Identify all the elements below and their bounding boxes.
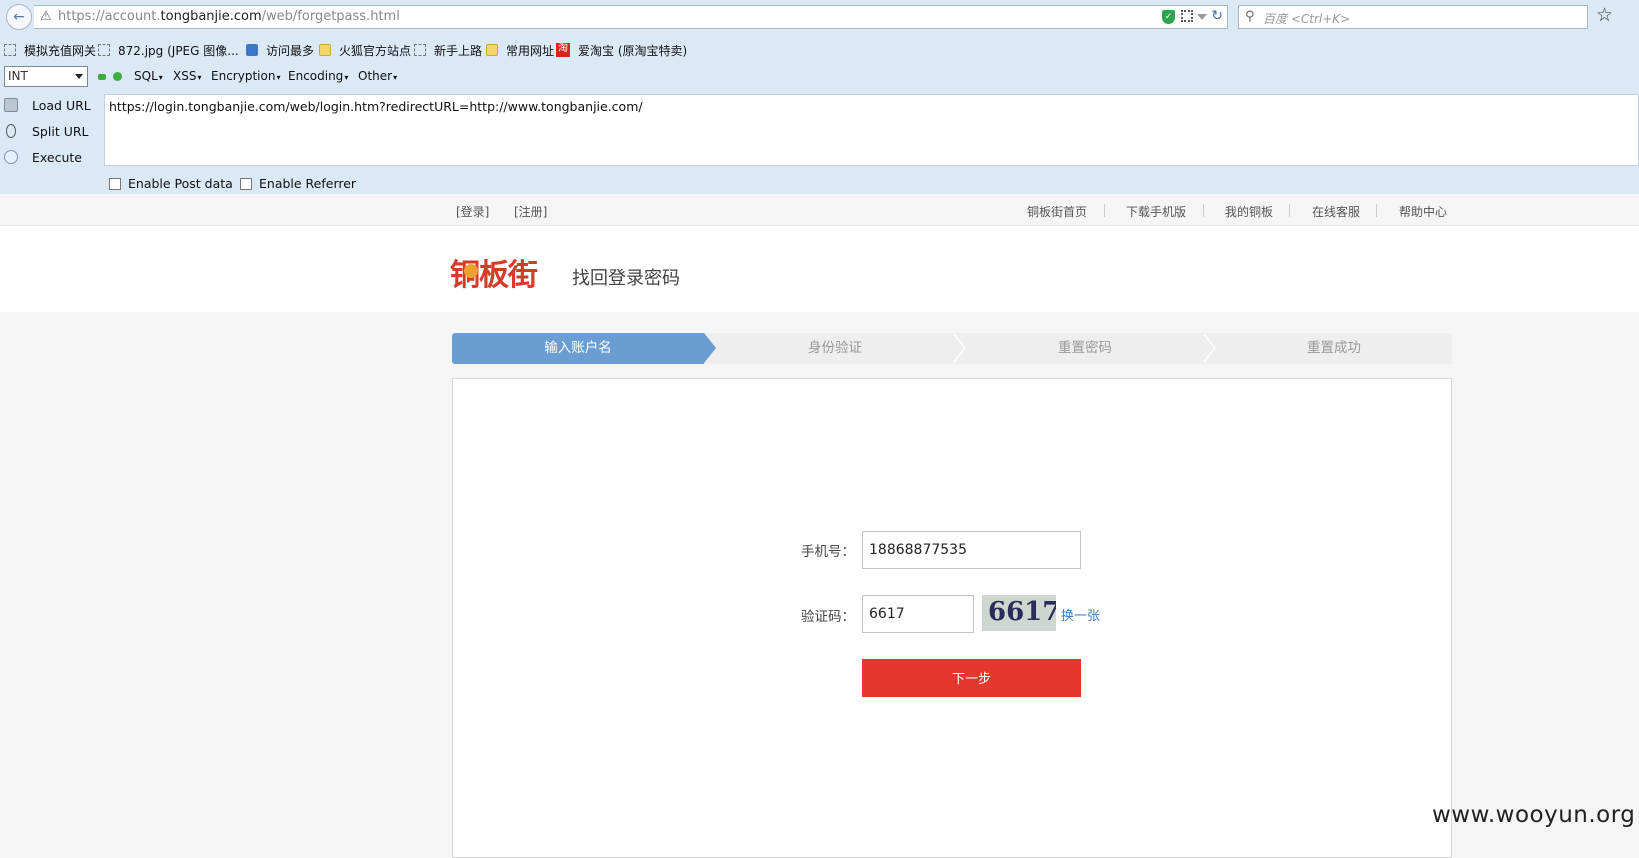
warning-icon: ⚠ — [40, 9, 52, 24]
enable-referrer-checkbox[interactable]: Enable Referrer — [240, 176, 356, 191]
scissors-icon — [6, 124, 16, 138]
menu-encoding[interactable]: Encoding — [288, 69, 348, 83]
page-title: 找回登录密码 — [572, 268, 680, 289]
step-1: 输入账户名 — [452, 333, 704, 364]
step-divider — [952, 333, 964, 363]
bookmark-item[interactable]: 火狐官方站点 — [319, 41, 411, 59]
bookmark-item[interactable]: 新手上路 — [414, 41, 482, 59]
minus-icon[interactable] — [98, 74, 106, 80]
checkbox-icon — [109, 177, 121, 190]
dashed-page-icon — [4, 44, 16, 56]
divider — [1289, 204, 1290, 217]
nav-account-link[interactable]: 我的铜板 — [1225, 203, 1273, 220]
step-2: 身份验证 — [808, 340, 862, 356]
search-icon: ⚲ — [1245, 9, 1255, 24]
bookmark-star-icon[interactable]: ☆ — [1596, 4, 1613, 26]
shield-icon[interactable]: ✓ — [1162, 10, 1175, 24]
load-icon — [4, 98, 18, 112]
load-url-button[interactable]: Load URL — [4, 94, 91, 116]
nav-home-link[interactable]: 铜板街首页 — [1027, 203, 1087, 220]
next-button[interactable]: 下一步 — [862, 659, 1081, 697]
folder-icon — [486, 44, 498, 56]
navigation-bar: ← ⚠ https://account.tongbanjie.com/web/f… — [0, 0, 1639, 34]
address-url: https://account.tongbanjie.com/web/forge… — [58, 9, 400, 24]
menu-encryption[interactable]: Encryption — [211, 69, 280, 83]
enable-post-checkbox[interactable]: Enable Post data — [109, 176, 233, 191]
refresh-captcha-link[interactable]: 换一张 — [1061, 605, 1100, 624]
captcha-label: 验证码： — [801, 609, 855, 625]
logo-coin-icon — [464, 264, 478, 278]
play-icon — [4, 150, 18, 164]
dashed-page-icon — [98, 44, 110, 56]
nav-download-link[interactable]: 下载手机版 — [1126, 203, 1186, 220]
bookmark-item[interactable]: 淘爱淘宝 (原淘宝特卖) — [556, 41, 687, 59]
hackbar-url-input[interactable]: https://login.tongbanjie.com/web/login.h… — [104, 94, 1639, 166]
hackbar-toolbar: INT SQL XSS Encryption Encoding Other — [0, 64, 1639, 90]
captcha-image[interactable]: 6617 — [982, 595, 1056, 631]
search-bar[interactable]: ⚲ 百度 <Ctrl+K> — [1238, 5, 1588, 29]
captcha-input[interactable] — [862, 595, 974, 633]
split-url-button[interactable]: Split URL — [4, 120, 89, 142]
watermark: www.wooyun.org — [1432, 802, 1636, 828]
taobao-icon: 淘 — [556, 43, 570, 57]
site-top-nav: [登录] [注册] 铜板街首页 下载手机版 我的铜板 在线客服 帮助中心 — [0, 194, 1639, 226]
phone-label: 手机号： — [801, 544, 855, 560]
step-arrow — [704, 333, 716, 363]
register-link[interactable]: [注册] — [514, 203, 547, 220]
divider — [1376, 204, 1377, 217]
step-4: 重置成功 — [1307, 340, 1361, 356]
qrcode-icon[interactable] — [1181, 10, 1193, 22]
bookmarks-toolbar: 模拟充值网关 872.jpg (JPEG 图像... 访问最多 火狐官方站点 新… — [0, 38, 1639, 62]
divider — [1203, 204, 1204, 217]
site-header: 铜板街 找回登录密码 — [0, 226, 1639, 312]
step-divider — [1202, 333, 1214, 363]
nav-service-link[interactable]: 在线客服 — [1312, 203, 1360, 220]
type-select[interactable]: INT — [4, 66, 88, 87]
reload-icon[interactable]: ↻ — [1211, 8, 1223, 24]
captcha-digits: 6617 — [988, 597, 1056, 627]
phone-input[interactable] — [862, 531, 1081, 569]
bookmark-item[interactable]: 常用网址 — [486, 41, 554, 59]
step-3: 重置密码 — [1058, 340, 1112, 356]
menu-xss[interactable]: XSS — [173, 69, 201, 83]
nav-help-link[interactable]: 帮助中心 — [1399, 203, 1447, 220]
menu-sql[interactable]: SQL — [134, 69, 163, 83]
divider — [1104, 204, 1105, 217]
back-arrow-icon[interactable]: ← — [6, 4, 32, 30]
bookmark-item[interactable]: 访问最多 — [246, 41, 314, 59]
address-bar[interactable]: ⚠ https://account.tongbanjie.com/web/for… — [34, 5, 1228, 29]
form-panel: 手机号： 验证码： 6617 换一张 下一步 — [452, 378, 1452, 858]
hackbar-actions: Load URL Split URL Execute — [0, 92, 104, 192]
login-link[interactable]: [登录] — [456, 203, 489, 220]
folder-icon — [319, 44, 331, 56]
browser-chrome: ← ⚠ https://account.tongbanjie.com/web/f… — [0, 0, 1639, 194]
bookmark-item[interactable]: 872.jpg (JPEG 图像... — [98, 41, 239, 59]
bookmark-item[interactable]: 模拟充值网关 — [4, 41, 96, 59]
dashed-page-icon — [414, 44, 426, 56]
search-placeholder: 百度 <Ctrl+K> — [1263, 12, 1351, 26]
site-logo[interactable]: 铜板街 — [450, 250, 538, 294]
globe-icon — [246, 44, 258, 56]
progress-steps: 输入账户名 身份验证 重置密码 重置成功 — [452, 333, 1452, 364]
plus-icon[interactable] — [113, 72, 122, 81]
chevron-down-icon — [75, 74, 83, 79]
menu-other[interactable]: Other — [358, 69, 397, 83]
dropdown-arrow-icon[interactable] — [1197, 14, 1207, 20]
checkbox-icon — [240, 177, 252, 190]
execute-button[interactable]: Execute — [4, 146, 82, 168]
